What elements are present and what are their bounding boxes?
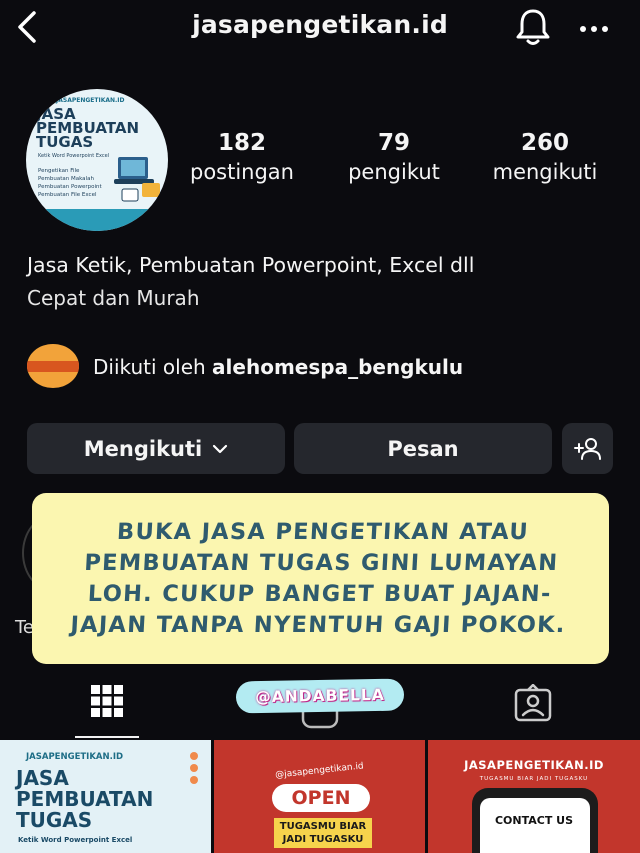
post1-dots-decoration [190, 752, 198, 788]
chevron-down-icon [213, 444, 228, 453]
following-button-label: Mengikuti [83, 436, 203, 461]
grid-icon [91, 685, 123, 717]
post1-brand: JASAPENGETIKAN.ID [26, 752, 124, 762]
avatar-title: JASA PEMBUATAN TUGAS [36, 105, 139, 151]
post3-cta: CONTACT US [494, 814, 574, 827]
add-user-button[interactable] [562, 423, 613, 474]
profile-avatar[interactable]: JASAPENGETIKAN.ID JASA PEMBUATAN TUGAS K… [26, 89, 168, 231]
following-button[interactable]: Mengikuti [27, 423, 285, 474]
followed-by-text: Diikuti oleh alehomespa_bengkulu [93, 355, 464, 379]
post1-subtitle: Ketik Word Powerpoint Excel [18, 836, 133, 844]
post3-subtitle: TUGASMU BIAR JADI TUGASKU [479, 776, 589, 782]
followed-by-username[interactable]: alehomespa_bengkulu [212, 355, 463, 379]
follower-avatar[interactable] [27, 344, 79, 388]
laptop-illustration-icon [114, 157, 160, 202]
caption-overlay: BUKA JASA PENGETIKAN ATAU PEMBUATAN TUGA… [32, 493, 609, 664]
bio-description: Cepat dan Murah [27, 286, 200, 310]
stat-following-value: 260 [520, 130, 569, 156]
stat-followers[interactable]: 79 pengikut [324, 130, 464, 184]
avatar-brand: JASAPENGETIKAN.ID [56, 97, 125, 104]
post2-tagline: TUGASMU BIAR JADI TUGASKU [274, 818, 372, 848]
tagged-icon[interactable] [513, 684, 553, 724]
stat-followers-value: 79 [377, 130, 410, 156]
post-thumbnail-3[interactable]: JASAPENGETIKAN.ID TUGASMU BIAR JADI TUGA… [428, 740, 640, 853]
post-thumbnail-2[interactable]: @jasapengetikan.id OPEN TUGASMU BIAR JAD… [214, 740, 425, 853]
post-thumbnail-1[interactable]: JASAPENGETIKAN.ID JASA PEMBUATAN TUGAS K… [0, 740, 211, 853]
avatar-service-list: Pengetikan File Pembuatan Makalah Pembua… [38, 168, 102, 198]
post1-title: JASA PEMBUATAN TUGAS [16, 766, 154, 832]
stat-following[interactable]: 260 mengikuti [475, 130, 615, 184]
profile-header: jasapengetikan.id [0, 0, 640, 56]
more-horizontal-icon[interactable] [575, 14, 613, 44]
message-button-label: Pesan [387, 436, 459, 461]
message-button[interactable]: Pesan [294, 423, 552, 474]
stat-posts[interactable]: 182 postingan [172, 130, 312, 184]
avatar-footer-band [26, 209, 168, 231]
post3-title: JASAPENGETIKAN.ID [464, 758, 604, 772]
post2-handle: @jasapengetikan.id [274, 761, 365, 781]
stat-following-label: mengikuti [492, 160, 598, 184]
avatar-subtitle: Ketik Word Powerpoint Excel [38, 153, 110, 159]
post2-headline: OPEN [272, 784, 370, 812]
bell-icon[interactable] [513, 6, 553, 48]
tab-posts-grid[interactable] [75, 676, 139, 738]
add-user-icon [573, 437, 601, 460]
bio-name: Jasa Ketik, Pembuatan Powerpoint, Excel … [27, 253, 475, 277]
stat-posts-value: 182 [217, 130, 266, 156]
stat-followers-label: pengikut [348, 160, 440, 184]
caption-overlay-text: BUKA JASA PENGETIKAN ATAU PEMBUATAN TUGA… [69, 518, 567, 638]
creator-watermark: @ANDABELLA [235, 678, 405, 714]
stat-posts-label: postingan [189, 160, 294, 184]
